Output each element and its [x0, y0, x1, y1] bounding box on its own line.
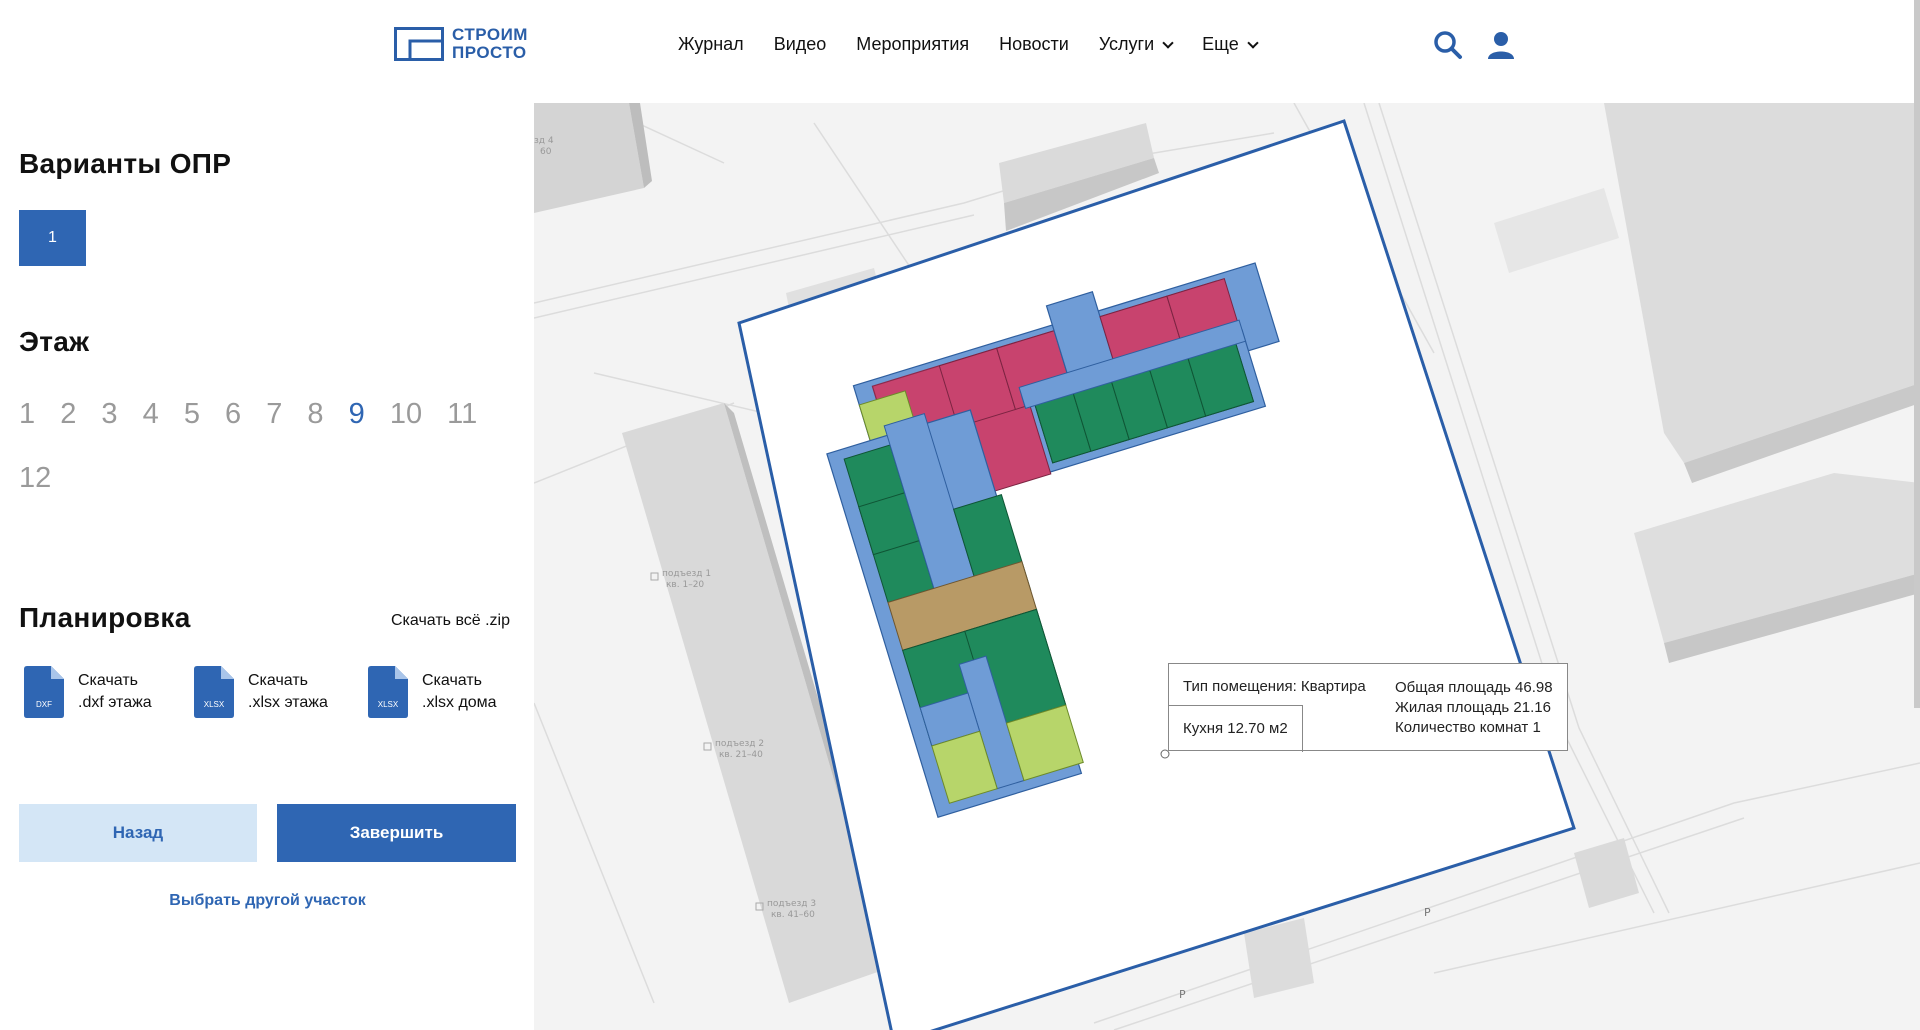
chevron-down-icon — [1162, 36, 1174, 49]
tooltip-room-type: Тип помещения: Квартира — [1183, 678, 1366, 695]
entrance-3-name: подъезд 3 — [767, 899, 816, 909]
file-label-line-1: Скачать — [422, 672, 482, 689]
entrance-1-name: подъезд 1 — [662, 569, 711, 579]
floor-title: Этаж — [19, 326, 90, 357]
download-dxf-floor[interactable]: DXF Скачать .dxf этажа — [24, 666, 152, 718]
page-scrollbar[interactable] — [1914, 0, 1920, 708]
logo-text: СТРОИМ ПРОСТО — [452, 26, 528, 62]
choose-other-plot-link[interactable]: Выбрать другой участок — [19, 892, 516, 910]
floor-10[interactable]: 10 — [390, 382, 422, 446]
floor-2[interactable]: 2 — [60, 382, 76, 446]
chevron-down-icon — [1247, 36, 1259, 49]
file-label-line-2: .xlsx дома — [422, 694, 497, 711]
variants-title: Варианты ОПР — [19, 148, 232, 179]
tooltip-total-area: Общая площадь 46.98 — [1395, 679, 1553, 696]
nav-news-label: Новости — [999, 34, 1069, 54]
download-xlsx-house[interactable]: XLSX Скачать .xlsx дома — [368, 666, 497, 718]
map-canvas: подъезд 1 кв. 1–20 подъезд 2 кв. 21–40 п… — [534, 103, 1920, 1030]
floor-1[interactable]: 1 — [19, 382, 35, 446]
entrance-3-flats: кв. 41–60 — [771, 910, 815, 920]
tooltip-rooms: Количество комнат 1 — [1395, 719, 1541, 736]
xlsx-file-icon: XLSX — [368, 666, 408, 718]
floor-12[interactable]: 12 — [19, 446, 51, 510]
nav-services[interactable]: Услуги — [1098, 34, 1174, 55]
floor-11[interactable]: 11 — [447, 382, 477, 446]
file-ext-label: DXF — [36, 700, 52, 709]
nav-video[interactable]: Видео — [774, 34, 827, 55]
tooltip-areas: Общая площадь 46.98 Жилая площадь 21.16 … — [1395, 678, 1553, 738]
file-ext-label: XLSX — [203, 700, 225, 709]
entrance-2-name: подъезд 2 — [715, 739, 764, 749]
file-label-line-1: Скачать — [78, 672, 138, 689]
layout-title: Планировка — [19, 602, 191, 633]
nav-journal-label: Журнал — [678, 34, 744, 54]
logo[interactable]: СТРОИМ ПРОСТО — [394, 26, 528, 62]
logo-mark-icon — [394, 27, 444, 61]
nav-events-label: Мероприятия — [856, 34, 970, 54]
variant-button-1[interactable]: 1 — [19, 210, 86, 266]
cursor-point — [1160, 749, 1170, 759]
nav-journal[interactable]: Журнал — [678, 34, 744, 55]
entrance-1-flats: кв. 1–20 — [666, 580, 704, 590]
user-icon[interactable] — [1486, 30, 1516, 60]
nav-video-label: Видео — [773, 34, 827, 54]
floor-5[interactable]: 5 — [184, 382, 200, 446]
nav-services-label: Услуги — [1098, 34, 1155, 54]
site-map[interactable]: подъезд 1 кв. 1–20 подъезд 2 кв. 21–40 п… — [534, 103, 1920, 1030]
sidebar: Варианты ОПР 1 Этаж 1 2 3 4 5 6 7 8 9 10… — [0, 92, 534, 1030]
room-tooltip: Тип помещения: Квартира Кухня 12.70 м2 О… — [1168, 663, 1568, 752]
file-label: Скачать .xlsx дома — [422, 670, 497, 714]
back-button[interactable]: Назад — [19, 804, 257, 862]
entrance-4-flats: 60 — [540, 147, 552, 157]
floor-6[interactable]: 6 — [225, 382, 241, 446]
nav-more-label: Еще — [1202, 34, 1239, 54]
logo-line-2: ПРОСТО — [452, 43, 527, 62]
nav-news[interactable]: Новости — [999, 34, 1069, 55]
parking-label-2: P — [1179, 988, 1186, 1001]
site-header: СТРОИМ ПРОСТО Журнал Видео Мероприятия Н… — [0, 0, 1920, 92]
nav-events[interactable]: Мероприятия — [856, 34, 969, 55]
entrance-4-name: зд 4 — [534, 136, 554, 146]
floor-4[interactable]: 4 — [143, 382, 159, 446]
file-label: Скачать .dxf этажа — [78, 670, 152, 714]
floor-7[interactable]: 7 — [266, 382, 282, 446]
tooltip-kitchen-box: Кухня 12.70 м2 — [1169, 705, 1303, 752]
dxf-file-icon: DXF — [24, 666, 64, 718]
file-label-line-2: .dxf этажа — [78, 694, 152, 711]
download-all-zip-link[interactable]: Скачать всё .zip — [391, 612, 510, 630]
floor-9[interactable]: 9 — [349, 382, 365, 446]
file-label-line-2: .xlsx этажа — [248, 694, 328, 711]
parking-label-1: P — [1424, 906, 1431, 919]
floor-8[interactable]: 8 — [307, 382, 323, 446]
nav-more[interactable]: Еще — [1202, 34, 1259, 55]
entrance-2-flats: кв. 21–40 — [719, 750, 763, 760]
tooltip-living-area: Жилая площадь 21.16 — [1395, 699, 1551, 716]
file-label-line-1: Скачать — [248, 672, 308, 689]
search-icon[interactable] — [1433, 30, 1463, 60]
logo-line-1: СТРОИМ — [452, 25, 528, 44]
finish-button[interactable]: Завершить — [277, 804, 516, 862]
tooltip-kitchen: Кухня 12.70 м2 — [1183, 720, 1288, 737]
main-nav: Журнал Видео Мероприятия Новости Услуги … — [678, 34, 1259, 55]
xlsx-file-icon: XLSX — [194, 666, 234, 718]
file-label: Скачать .xlsx этажа — [248, 670, 328, 714]
floor-selector: 1 2 3 4 5 6 7 8 9 10 11 12 — [19, 382, 519, 510]
file-ext-label: XLSX — [377, 700, 399, 709]
floor-3[interactable]: 3 — [101, 382, 117, 446]
download-xlsx-floor[interactable]: XLSX Скачать .xlsx этажа — [194, 666, 328, 718]
